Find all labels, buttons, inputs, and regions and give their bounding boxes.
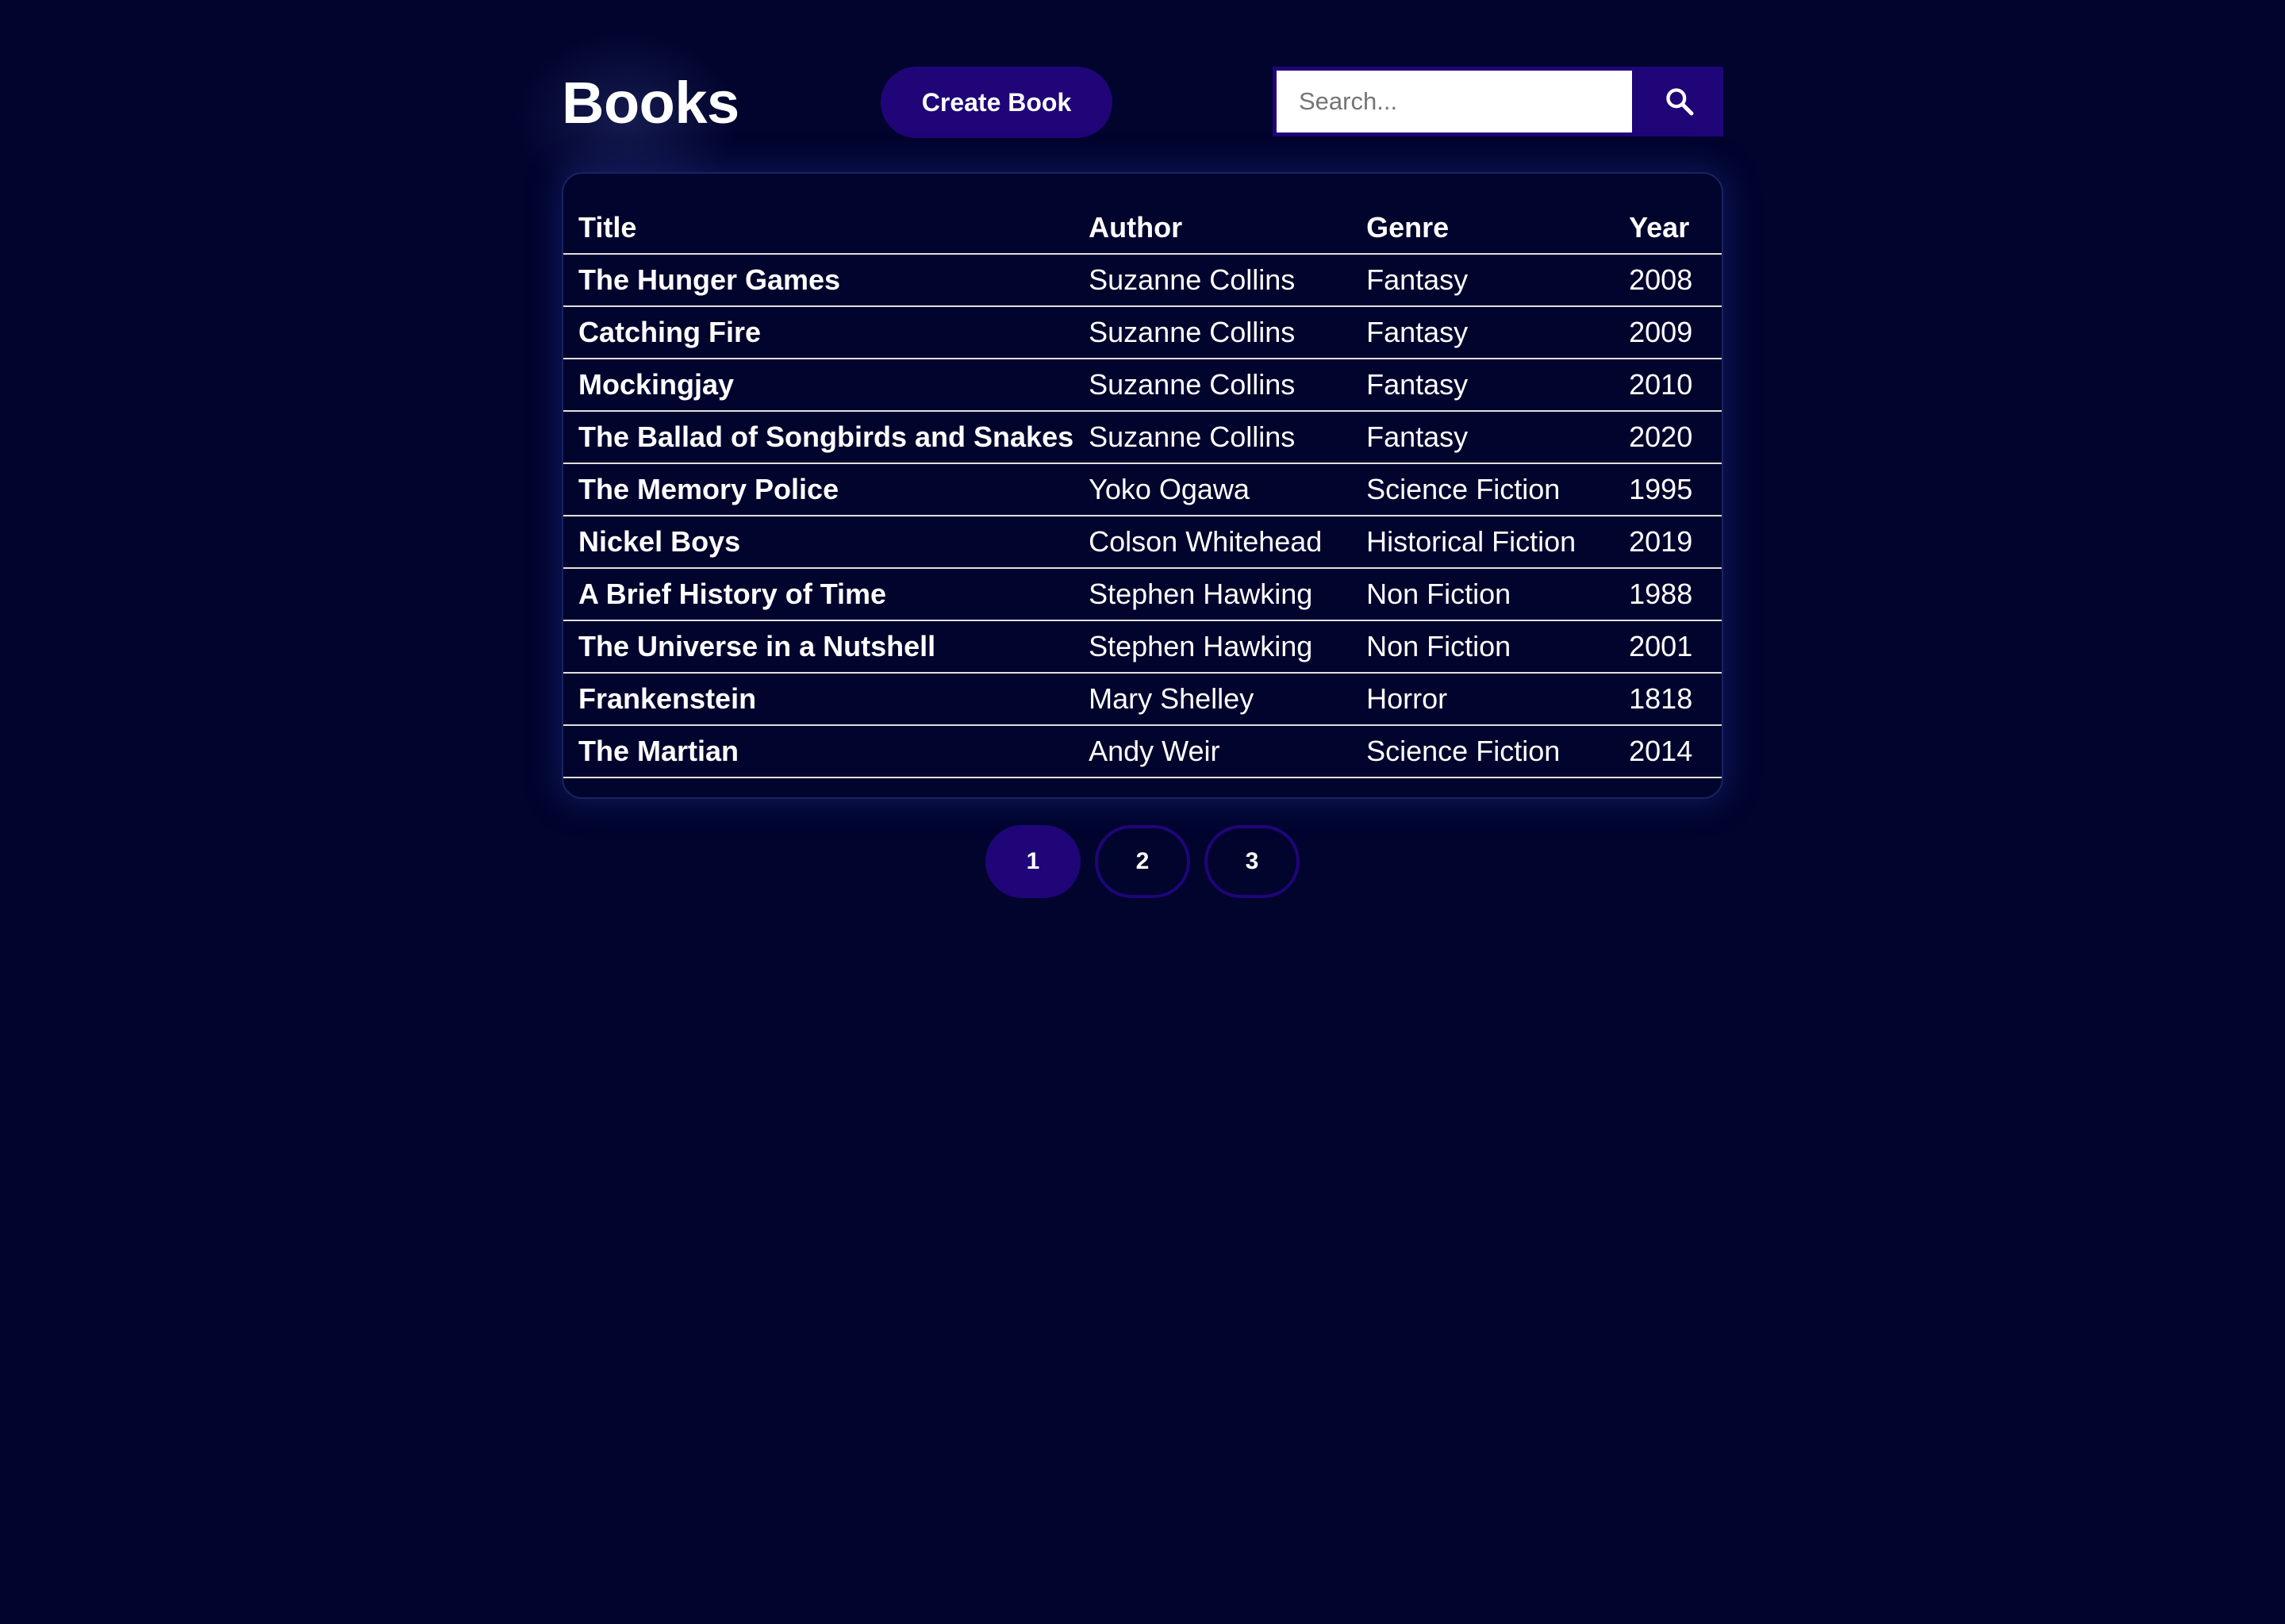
book-author-cell: Suzanne Collins xyxy=(1073,306,1352,359)
book-year-cell: 2008 xyxy=(1614,254,1722,307)
book-year-cell: 2019 xyxy=(1614,516,1722,569)
book-author-cell: Suzanne Collins xyxy=(1073,254,1352,307)
column-header-author[interactable]: Author xyxy=(1073,202,1352,255)
book-year-cell: 1818 xyxy=(1614,673,1722,726)
book-year-cell: 2014 xyxy=(1614,725,1722,778)
table-row[interactable]: Frankenstein Mary Shelley Horror 1818 xyxy=(563,673,1722,726)
book-title-cell: Catching Fire xyxy=(563,306,1074,359)
book-title-cell: The Universe in a Nutshell xyxy=(563,620,1074,674)
column-header-title[interactable]: Title xyxy=(563,202,1074,255)
book-year-cell: 1995 xyxy=(1614,463,1722,516)
books-table-card: Title Author Genre Year The Hunger Games… xyxy=(562,172,1723,799)
table-row[interactable]: The Universe in a Nutshell Stephen Hawki… xyxy=(563,620,1722,674)
table-row[interactable]: The Ballad of Songbirds and Snakes Suzan… xyxy=(563,411,1722,464)
book-genre-cell: Fantasy xyxy=(1351,411,1615,464)
table-row[interactable]: A Brief History of Time Stephen Hawking … xyxy=(563,568,1722,621)
book-genre-cell: Non Fiction xyxy=(1351,568,1615,621)
books-table: Title Author Genre Year The Hunger Games… xyxy=(563,202,1722,778)
table-row[interactable]: Nickel Boys Colson Whitehead Historical … xyxy=(563,516,1722,569)
book-author-cell: Suzanne Collins xyxy=(1073,359,1352,412)
book-genre-cell: Fantasy xyxy=(1351,359,1615,412)
table-header-row: Title Author Genre Year xyxy=(563,202,1722,255)
book-year-cell: 2001 xyxy=(1614,620,1722,674)
book-year-cell: 2020 xyxy=(1614,411,1722,464)
book-year-cell: 1988 xyxy=(1614,568,1722,621)
page-button-1[interactable]: 1 xyxy=(985,825,1081,898)
book-genre-cell: Historical Fiction xyxy=(1351,516,1615,569)
search-bar xyxy=(1273,67,1723,136)
page-button-3[interactable]: 3 xyxy=(1204,825,1300,898)
book-genre-cell: Science Fiction xyxy=(1351,725,1615,778)
book-title-cell: The Hunger Games xyxy=(563,254,1074,307)
book-author-cell: Andy Weir xyxy=(1073,725,1352,778)
book-author-cell: Stephen Hawking xyxy=(1073,620,1352,674)
book-genre-cell: Fantasy xyxy=(1351,306,1615,359)
book-title-cell: Frankenstein xyxy=(563,673,1074,726)
book-title-cell: The Martian xyxy=(563,725,1074,778)
book-genre-cell: Horror xyxy=(1351,673,1615,726)
page-title: Books xyxy=(562,70,739,136)
search-input[interactable] xyxy=(1273,67,1636,136)
book-author-cell: Stephen Hawking xyxy=(1073,568,1352,621)
book-title-cell: The Ballad of Songbirds and Snakes xyxy=(563,411,1074,464)
book-author-cell: Yoko Ogawa xyxy=(1073,463,1352,516)
table-row[interactable]: Catching Fire Suzanne Collins Fantasy 20… xyxy=(563,306,1722,359)
book-author-cell: Colson Whitehead xyxy=(1073,516,1352,569)
book-title-cell: A Brief History of Time xyxy=(563,568,1074,621)
book-genre-cell: Non Fiction xyxy=(1351,620,1615,674)
page-button-2[interactable]: 2 xyxy=(1095,825,1190,898)
book-genre-cell: Science Fiction xyxy=(1351,463,1615,516)
book-title-cell: Mockingjay xyxy=(563,359,1074,412)
create-book-button[interactable]: Create Book xyxy=(881,67,1112,138)
page-header: Books Create Book xyxy=(562,67,1723,140)
book-year-cell: 2009 xyxy=(1614,306,1722,359)
book-genre-cell: Fantasy xyxy=(1351,254,1615,307)
search-button[interactable] xyxy=(1636,67,1723,136)
pagination: 1 2 3 xyxy=(985,825,1300,898)
book-title-cell: Nickel Boys xyxy=(563,516,1074,569)
search-icon xyxy=(1666,88,1694,116)
book-author-cell: Suzanne Collins xyxy=(1073,411,1352,464)
table-row[interactable]: Mockingjay Suzanne Collins Fantasy 2010 xyxy=(563,359,1722,412)
table-row[interactable]: The Hunger Games Suzanne Collins Fantasy… xyxy=(563,254,1722,307)
column-header-year[interactable]: Year xyxy=(1614,202,1722,255)
column-header-genre[interactable]: Genre xyxy=(1351,202,1615,255)
book-year-cell: 2010 xyxy=(1614,359,1722,412)
books-page: Books Create Book Title Author Genre Yea… xyxy=(0,0,2285,1624)
book-title-cell: The Memory Police xyxy=(563,463,1074,516)
table-row[interactable]: The Martian Andy Weir Science Fiction 20… xyxy=(563,725,1722,778)
book-author-cell: Mary Shelley xyxy=(1073,673,1352,726)
table-row[interactable]: The Memory Police Yoko Ogawa Science Fic… xyxy=(563,463,1722,516)
